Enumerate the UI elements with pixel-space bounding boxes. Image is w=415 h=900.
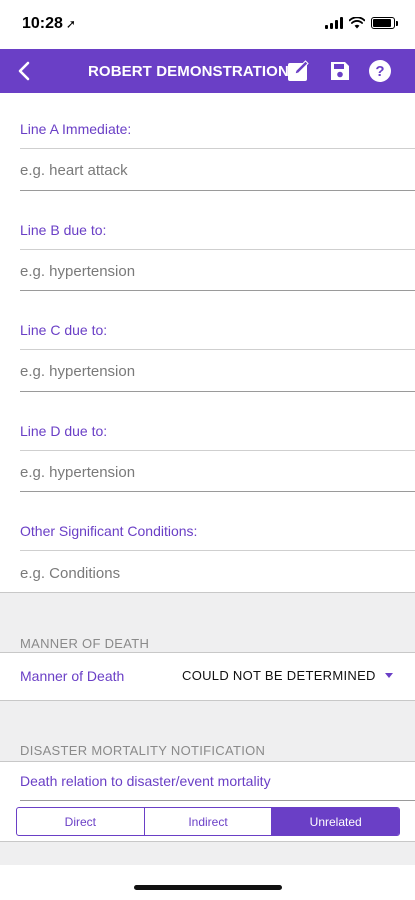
battery-icon: [371, 17, 398, 29]
disaster-section-title: DISASTER MORTALITY NOTIFICATION: [20, 743, 266, 758]
manner-section-header: MANNER OF DEATH: [0, 592, 415, 652]
divider: [20, 349, 415, 350]
app-header: ROBERT DEMONSTRATION ?: [0, 49, 415, 93]
back-button[interactable]: [10, 57, 38, 85]
cellular-signal-icon: [325, 17, 343, 29]
line-d-input[interactable]: [20, 453, 415, 491]
line-d-label: Line D due to:: [20, 423, 108, 439]
page-title: ROBERT DEMONSTRATION: [88, 63, 289, 80]
manner-of-death-value: COULD NOT BE DETERMINED: [182, 668, 376, 683]
divider: [20, 550, 415, 551]
divider: [20, 391, 415, 392]
divider: [20, 450, 415, 451]
save-disk-icon: [331, 62, 349, 80]
divider: [20, 290, 415, 291]
divider: [20, 249, 415, 250]
dropdown-caret-icon: [384, 673, 393, 678]
line-a-label: Line A Immediate:: [20, 121, 132, 137]
line-a-input[interactable]: [20, 151, 415, 189]
home-indicator[interactable]: [134, 885, 282, 890]
status-icons: [325, 17, 398, 29]
divider: [20, 800, 415, 801]
line-b-input[interactable]: [20, 252, 415, 290]
location-arrow-icon: ➚: [65, 17, 76, 31]
edit-note-icon: [288, 60, 309, 81]
disaster-section-header: DISASTER MORTALITY NOTIFICATION: [0, 701, 415, 761]
status-time-text: 10:28: [22, 15, 63, 32]
other-conditions-input[interactable]: [20, 554, 415, 592]
disaster-relation-segmented-control: Direct Indirect Unrelated: [16, 807, 400, 836]
status-time: 10:28 ➚: [22, 15, 76, 33]
edit-button[interactable]: [286, 58, 312, 84]
svg-text:?: ?: [375, 63, 384, 80]
segment-indirect[interactable]: Indirect: [145, 808, 273, 835]
help-button[interactable]: ?: [367, 58, 393, 84]
save-button[interactable]: [327, 58, 353, 84]
divider: [20, 491, 415, 492]
back-chevron-icon: [18, 61, 30, 81]
wifi-icon: [349, 17, 365, 29]
battery-level: [373, 19, 391, 27]
line-c-label: Line C due to:: [20, 322, 108, 338]
other-conditions-label: Other Significant Conditions:: [20, 523, 198, 539]
manner-of-death-label: Manner of Death: [20, 668, 125, 684]
line-b-label: Line B due to:: [20, 222, 107, 238]
manner-of-death-row[interactable]: Manner of Death COULD NOT BE DETERMINED: [0, 652, 415, 701]
divider: [20, 190, 415, 191]
disaster-relation-label: Death relation to disaster/event mortali…: [20, 773, 271, 789]
line-c-input[interactable]: [20, 352, 415, 390]
help-icon: ?: [369, 60, 391, 82]
manner-of-death-dropdown[interactable]: COULD NOT BE DETERMINED: [182, 668, 393, 683]
divider: [20, 148, 415, 149]
segment-direct[interactable]: Direct: [17, 808, 145, 835]
segment-unrelated[interactable]: Unrelated: [272, 808, 399, 835]
bottom-gray-band: [0, 841, 415, 865]
manner-section-title: MANNER OF DEATH: [20, 636, 150, 651]
status-bar: 10:28 ➚: [0, 0, 415, 48]
